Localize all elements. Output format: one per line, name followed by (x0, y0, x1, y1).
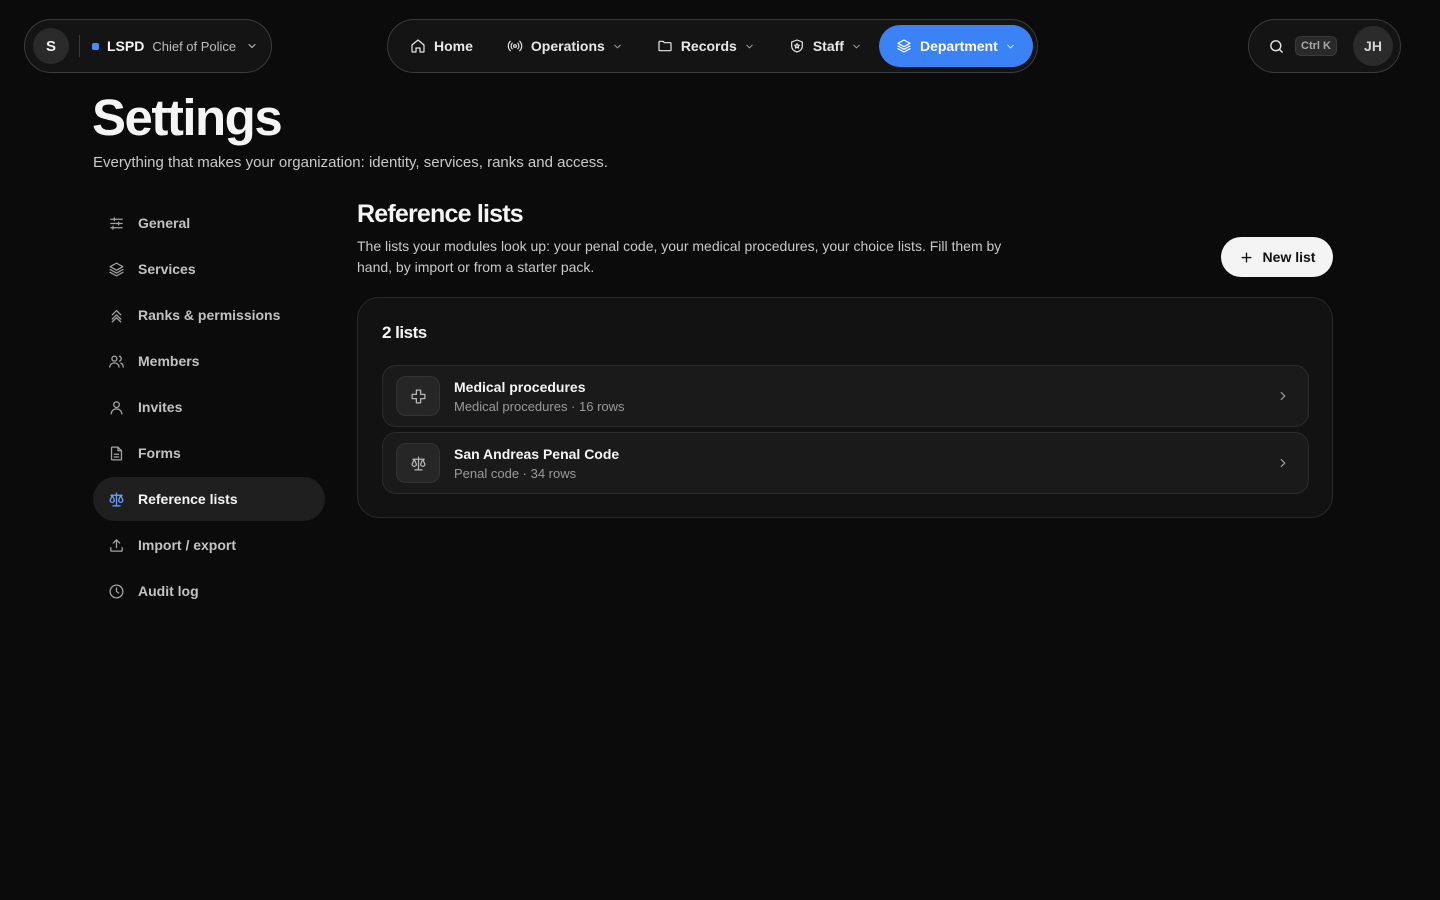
layers-icon (108, 261, 125, 278)
medical-cross-icon (396, 376, 440, 416)
nav-operations[interactable]: Operations (490, 25, 640, 67)
broadcast-icon (507, 38, 523, 54)
settings-sidebar: General Services Ranks & permissions Mem… (93, 201, 325, 615)
sidebar-item-members[interactable]: Members (93, 339, 325, 383)
page-title: Settings (92, 89, 283, 146)
nav-records[interactable]: Records (640, 25, 772, 67)
plus-icon (1239, 250, 1254, 265)
new-list-button[interactable]: New list (1221, 237, 1333, 277)
chevron-right-icon (1276, 389, 1290, 403)
org-role: Chief of Police (152, 38, 237, 54)
sidebar-item-audit-log[interactable]: Audit log (93, 569, 325, 613)
list-meta: Penal code · 34 rows (454, 465, 577, 481)
lists-count: 2 lists (382, 323, 427, 342)
sidebar-item-forms[interactable]: Forms (93, 431, 325, 475)
chevron-down-icon (1005, 41, 1016, 52)
chevron-down-icon (612, 41, 623, 52)
sidebar-item-label: General (138, 215, 191, 231)
page-subtitle: Everything that makes your organization:… (93, 154, 608, 171)
org-status-dot (92, 42, 99, 50)
search-shortcut: Ctrl K (1295, 36, 1337, 56)
list-item[interactable]: San Andreas Penal Code Penal code · 34 r… (382, 432, 1309, 494)
header-actions: Ctrl K JH (1248, 19, 1401, 73)
sidebar-item-label: Import / export (138, 537, 237, 553)
sidebar-item-label: Reference lists (138, 491, 238, 507)
scale-icon (108, 491, 125, 508)
sidebar-item-label: Services (138, 261, 196, 277)
chevrons-up-icon (108, 307, 125, 324)
nav-home-label: Home (434, 38, 473, 54)
list-meta: Medical procedures · 16 rows (454, 398, 625, 414)
list-name: Medical procedures (454, 378, 586, 395)
nav-operations-label: Operations (530, 38, 605, 54)
nav-department-label: Department (919, 38, 998, 54)
shield-icon (789, 38, 805, 54)
sidebar-item-label: Audit log (138, 583, 199, 599)
sliders-icon (108, 215, 125, 232)
chevron-down-icon (851, 41, 862, 52)
sidebar-item-ranks[interactable]: Ranks & permissions (93, 293, 325, 337)
nav-staff-label: Staff (812, 38, 844, 54)
org-name: LSPD (107, 38, 145, 54)
list-item[interactable]: Medical procedures Medical procedures · … (382, 365, 1309, 427)
sidebar-item-reference-lists[interactable]: Reference lists (93, 477, 325, 521)
folder-icon (657, 38, 673, 54)
document-icon (108, 445, 125, 462)
chevron-right-icon (1276, 456, 1290, 470)
sidebar-item-services[interactable]: Services (93, 247, 325, 291)
sidebar-item-general[interactable]: General (93, 201, 325, 245)
clock-icon (108, 583, 125, 600)
chevron-down-icon (246, 40, 258, 52)
home-icon (410, 38, 426, 54)
org-divider (79, 35, 80, 57)
sidebar-item-label: Forms (138, 445, 181, 461)
nav-home[interactable]: Home (393, 25, 490, 67)
sidebar-item-label: Members (138, 353, 200, 369)
upload-icon (108, 537, 125, 554)
sidebar-item-label: Invites (138, 399, 183, 415)
layers-icon (896, 38, 912, 54)
list-name: San Andreas Penal Code (454, 445, 620, 462)
user-icon (108, 399, 125, 416)
scale-icon (396, 443, 440, 483)
search-icon[interactable] (1268, 38, 1285, 55)
section-description: The lists your modules look up: your pen… (357, 238, 1002, 275)
nav-records-label: Records (680, 38, 737, 54)
sidebar-item-invites[interactable]: Invites (93, 385, 325, 429)
sidebar-item-label: Ranks & permissions (138, 307, 281, 323)
users-icon (108, 353, 125, 370)
new-list-label: New list (1262, 249, 1316, 265)
main-nav: Home Operations Records Staff Department (387, 19, 1038, 73)
chevron-down-icon (744, 41, 755, 52)
sidebar-item-import-export[interactable]: Import / export (93, 523, 325, 567)
nav-staff[interactable]: Staff (772, 25, 879, 67)
reference-lists-card: 2 lists Medical procedures Medical proce… (357, 297, 1333, 518)
org-switcher[interactable]: S LSPD Chief of Police (24, 19, 272, 73)
section-title: Reference lists (357, 200, 524, 228)
nav-department[interactable]: Department (878, 25, 1033, 67)
org-avatar: S (33, 28, 69, 64)
user-avatar[interactable]: JH (1353, 26, 1393, 66)
